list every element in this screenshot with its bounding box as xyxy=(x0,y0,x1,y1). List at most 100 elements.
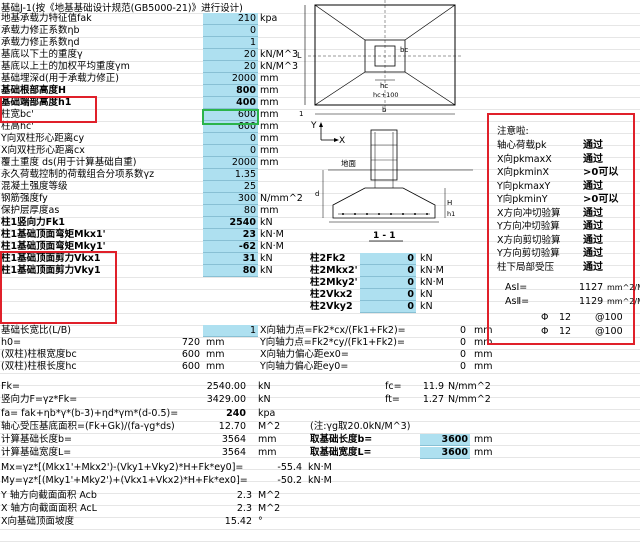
ft-label: ft= xyxy=(385,394,400,405)
as2-unit: mm^2/M xyxy=(607,297,640,306)
check-result: 通过 xyxy=(583,234,603,246)
check-label: 轴心荷载pk xyxy=(497,140,547,151)
row-label: 柱1基础顶面弯矩Mkx1' xyxy=(1,229,106,240)
grid-line xyxy=(0,397,640,398)
check-result: 通过 xyxy=(583,248,603,259)
input-cell[interactable]: -62 xyxy=(203,241,258,253)
as1-label: AsⅠ= xyxy=(505,282,528,293)
as2-label: AsⅡ= xyxy=(505,296,530,307)
col2-unit: kN·M xyxy=(420,265,444,276)
input-cell[interactable]: 20 xyxy=(203,61,258,73)
input-cell[interactable]: 25 xyxy=(203,181,258,193)
calc-length-value: 3564 xyxy=(221,447,246,458)
calc-value: 720 xyxy=(181,337,200,348)
highlight-box-loads xyxy=(0,251,117,324)
input-cell[interactable]: 80 xyxy=(203,265,258,277)
row-label: 永久荷载控制的荷载组合分项系数γz xyxy=(1,169,155,180)
calc-label: (双柱)柱根长度hc xyxy=(1,361,77,372)
row-unit: kpa xyxy=(260,13,278,24)
area-unit: M^2 xyxy=(258,421,281,432)
input-cell[interactable]: 300 xyxy=(203,193,258,205)
row-unit: mm xyxy=(260,109,279,120)
notice-title: 注意啦: xyxy=(497,126,529,137)
section-area-value: 2.3 xyxy=(236,490,252,501)
input-cell[interactable]: 2540 xyxy=(203,217,258,229)
grid-line xyxy=(0,385,640,386)
notice-panel: 注意啦: 轴心荷载pk 通过 X向pkmaxX 通过 X向pkminX >0可以 Y向pkm… xyxy=(487,113,640,345)
row-label: 保护层厚度as xyxy=(1,205,60,216)
check-label: X方向剪切验算 xyxy=(497,234,561,246)
area-label: 轴心受压基底面积=(Fk+Gk)/(fa-γg*ds) xyxy=(1,421,175,432)
highlight-box-height xyxy=(0,96,97,123)
row-label: 钢筋强度fy xyxy=(1,193,48,204)
input-cell[interactable]: 1 xyxy=(203,37,258,49)
check-result: >0可以 xyxy=(583,167,619,178)
axis-label-y: Y xyxy=(310,121,317,131)
calc-value: 600 xyxy=(181,361,200,372)
row-unit: mm xyxy=(260,205,279,216)
section-area-label: X向基础顶面坡度 xyxy=(1,516,75,527)
col2-input-cell[interactable]: 0 xyxy=(360,265,416,277)
ratio-input[interactable]: 1 xyxy=(203,325,258,337)
calc-label: (双柱)柱根宽度bc xyxy=(1,349,77,360)
take-length-input[interactable]: 3600 xyxy=(420,447,470,459)
input-cell[interactable]: 31 xyxy=(203,253,258,265)
check-label: Y方向剪切验算 xyxy=(497,248,560,259)
input-cell[interactable]: 0 xyxy=(203,145,258,157)
calc-length-unit: mm xyxy=(258,434,277,445)
fk-value: 2540.00 xyxy=(206,381,246,392)
dim-label-h1: h1 xyxy=(447,210,455,218)
col2-input-cell[interactable]: 0 xyxy=(360,289,416,301)
col2-input-cell[interactable]: 0 xyxy=(360,277,416,289)
section-label: 1 - 1 xyxy=(373,231,396,241)
col2-label: 柱2Vkx2 xyxy=(310,289,353,300)
fk-label: Fk= xyxy=(1,381,20,392)
col2-unit: kN xyxy=(420,301,433,312)
row-unit: mm xyxy=(260,157,279,168)
check-label: 柱下局部受压 xyxy=(497,261,555,273)
dim-label-d: d xyxy=(315,190,319,198)
moment-value: -50.2 xyxy=(277,475,302,486)
fc-unit: N/mm^2 xyxy=(448,381,491,392)
bar2-symbol: Φ xyxy=(541,326,549,337)
ft-unit: N/mm^2 xyxy=(448,394,491,405)
calc-length-unit: mm xyxy=(258,447,277,458)
col2-label: 柱2Vky2 xyxy=(310,301,353,312)
area-note: (注:γg取20.0kN/M^3) xyxy=(310,421,411,432)
input-cell[interactable]: 80 xyxy=(203,205,258,217)
bar2-diameter: 12 xyxy=(559,326,572,337)
check-label: Y方向冲切验算 xyxy=(497,221,560,232)
ratio-label: 基础长宽比(L/B) xyxy=(1,325,71,336)
input-cell[interactable]: 2000 xyxy=(203,73,258,85)
as1-value: 1127 xyxy=(579,282,604,293)
row-unit: kN·M xyxy=(260,229,284,240)
input-cell[interactable]: 210 xyxy=(203,13,258,25)
section-area-value: 2.3 xyxy=(236,503,252,514)
section-area-label: Y 轴方向截面面积 Acb xyxy=(1,490,97,501)
input-cell[interactable]: 0 xyxy=(203,133,258,145)
input-cell[interactable]: 1.35 xyxy=(203,169,258,181)
input-cell[interactable]: 23 xyxy=(203,229,258,241)
check-label: Y向pkmaxY xyxy=(497,180,551,192)
take-length-input[interactable]: 3600 xyxy=(420,434,470,446)
eccentric-text: Y向轴力点=Fk2*cy/(Fk1+Fk2)= xyxy=(260,337,405,348)
row-label: 承载力修正系数ηd xyxy=(1,37,80,48)
input-cell[interactable]: 2000 xyxy=(203,157,258,169)
take-length-label: 取基础宽度L= xyxy=(310,447,372,458)
check-result: 通过 xyxy=(583,221,603,232)
check-label: X向pkminX xyxy=(497,167,549,178)
eccentric-unit: mm xyxy=(474,349,493,360)
row-label: 基底以上土的加权平均重度γm xyxy=(1,61,130,72)
col2-input-cell[interactable]: 0 xyxy=(360,253,416,265)
selected-cell-h1[interactable] xyxy=(202,109,259,125)
dim-label-hc: hc xyxy=(380,82,388,90)
input-cell[interactable]: 20 xyxy=(203,49,258,61)
input-cell[interactable]: 400 xyxy=(203,97,258,109)
input-cell[interactable]: 0 xyxy=(203,25,258,37)
input-cell[interactable]: 800 xyxy=(203,85,258,97)
bar1-spacing: @100 xyxy=(595,312,623,323)
row-unit: mm xyxy=(260,85,279,96)
fc-value: 11.9 xyxy=(422,381,444,392)
area-value: 12.70 xyxy=(218,421,246,432)
col2-input-cell[interactable]: 0 xyxy=(360,301,416,313)
